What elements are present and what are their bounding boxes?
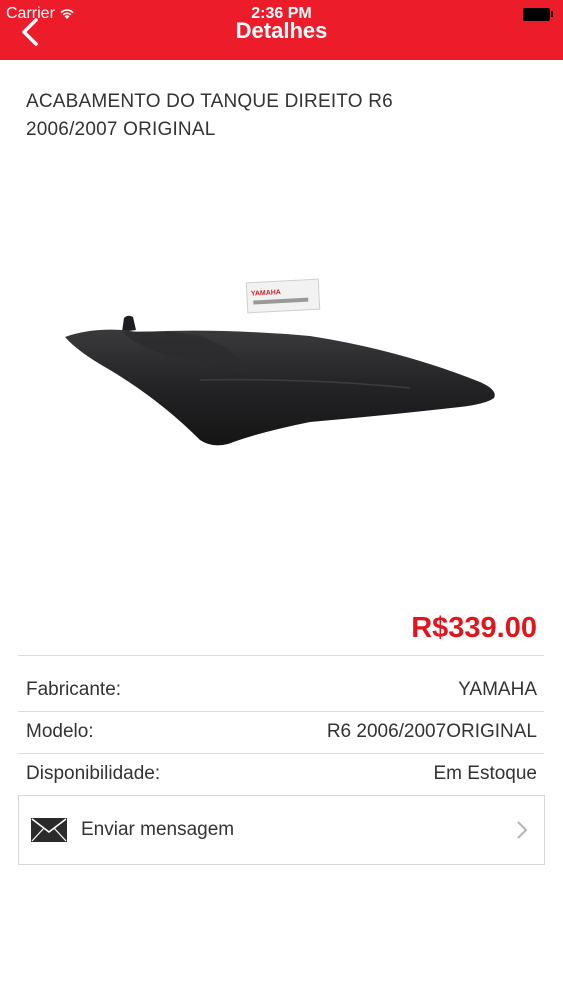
- detail-row-manufacturer: Fabricante: YAMAHA: [26, 669, 537, 711]
- chevron-right-icon: [517, 821, 528, 839]
- divider: [18, 655, 544, 656]
- detail-value: YAMAHA: [458, 679, 537, 700]
- send-message-button[interactable]: Enviar mensagem: [18, 795, 545, 865]
- detail-value: Em Estoque: [433, 763, 538, 784]
- part-label-tag: YAMAHA: [245, 278, 321, 314]
- product-title: ACABAMENTO DO TANQUE DIREITO R6 2006/200…: [26, 91, 393, 140]
- detail-label: Modelo:: [26, 721, 94, 742]
- envelope-icon: [31, 818, 67, 842]
- detail-row-model: Modelo: R6 2006/2007ORIGINAL: [26, 711, 537, 753]
- send-message-label: Enviar mensagem: [81, 819, 235, 840]
- page-title: Detalhes: [235, 18, 328, 43]
- detail-label: Disponibilidade:: [26, 763, 161, 784]
- product-price: R$339.00: [411, 612, 537, 644]
- product-image: YAMAHA: [65, 278, 495, 446]
- detail-label: Fabricante:: [26, 679, 122, 700]
- detail-value: R6 2006/2007ORIGINAL: [326, 721, 537, 742]
- navigation-bar: Carrier 2:36 PM Detalhes: [0, 0, 563, 60]
- detail-row-availability: Disponibilidade: Em Estoque: [26, 753, 537, 795]
